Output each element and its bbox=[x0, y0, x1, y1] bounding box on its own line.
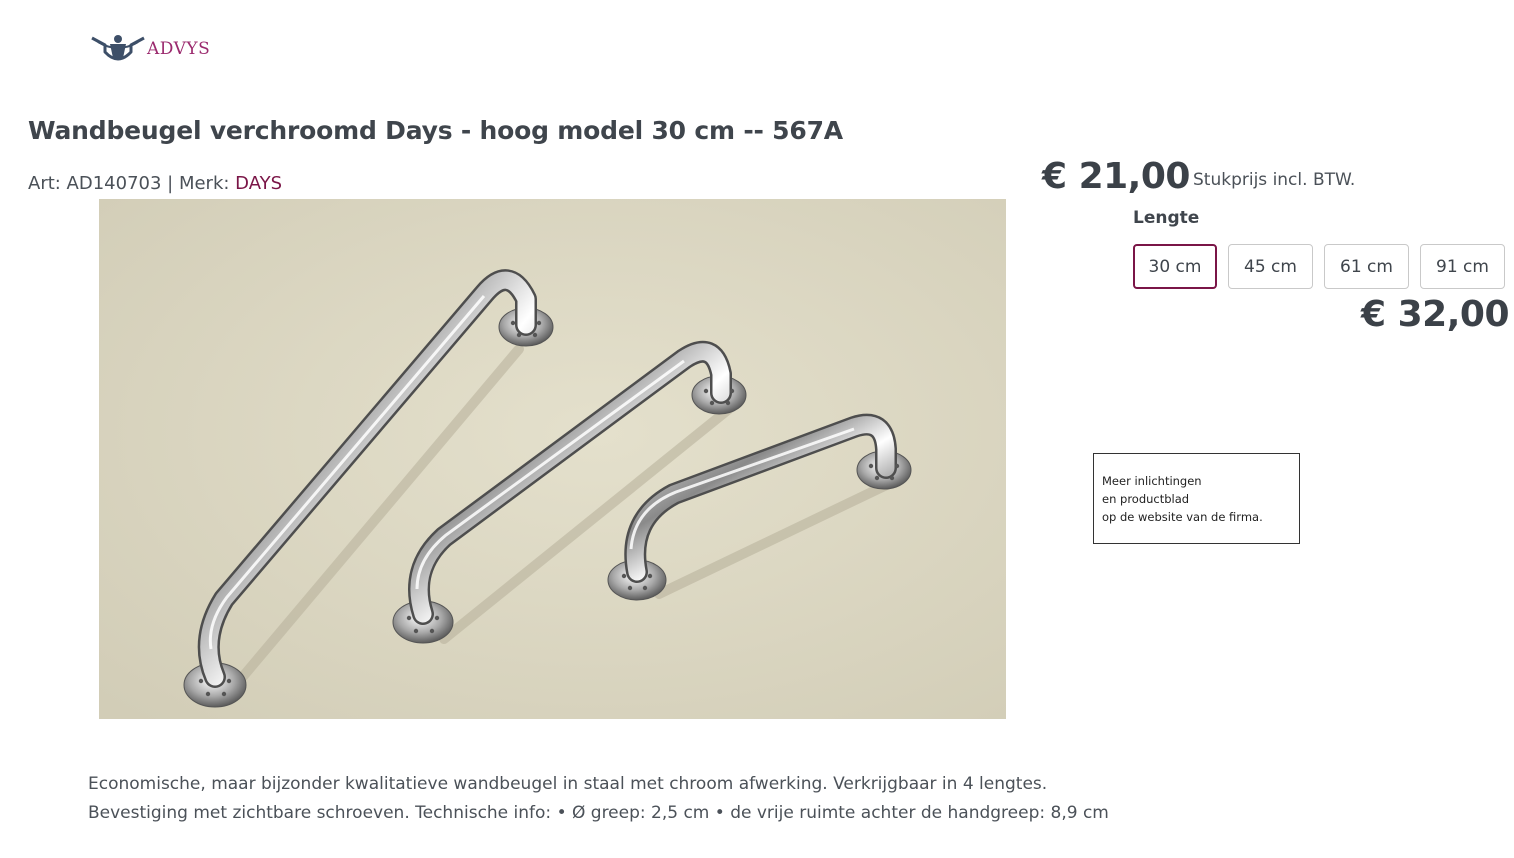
length-option-61cm[interactable]: 61 cm bbox=[1324, 244, 1409, 289]
unit-price: € 21,00 bbox=[1042, 156, 1190, 197]
description-line-2: Bevestiging met zichtbare schroeven. Tec… bbox=[88, 803, 1109, 823]
brand-logo[interactable]: ADVYS bbox=[90, 32, 210, 66]
length-options: 30 cm 45 cm 61 cm 91 cm bbox=[1133, 244, 1505, 289]
info-line-2: en productblad bbox=[1102, 492, 1190, 506]
advys-figure-logo-icon bbox=[91, 35, 145, 61]
article-info: Art: AD140703 | Merk: DAYS bbox=[28, 173, 282, 194]
info-line-3: op de website van de firma. bbox=[1102, 510, 1263, 524]
product-description: Economische, maar bijzonder kwalitatieve… bbox=[88, 770, 1109, 828]
length-option-30cm[interactable]: 30 cm bbox=[1133, 244, 1217, 289]
length-option-45cm[interactable]: 45 cm bbox=[1228, 244, 1313, 289]
more-info-box[interactable]: Meer inlichtingen en productblad op de w… bbox=[1093, 453, 1300, 544]
description-line-1: Economische, maar bijzonder kwalitatieve… bbox=[88, 774, 1048, 794]
price-note: Stukprijs incl. BTW. bbox=[1193, 170, 1356, 190]
info-line-1: Meer inlichtingen bbox=[1102, 474, 1202, 488]
brand-link[interactable]: DAYS bbox=[235, 173, 282, 194]
article-number: Art: AD140703 | Merk: bbox=[28, 173, 236, 194]
product-image[interactable] bbox=[99, 199, 1006, 719]
option-price: € 32,00 bbox=[1361, 294, 1509, 335]
logo-text: ADVYS bbox=[147, 39, 211, 59]
length-option-91cm[interactable]: 91 cm bbox=[1420, 244, 1505, 289]
product-title: Wandbeugel verchroomd Days - hoog model … bbox=[28, 116, 843, 145]
grab-bars-photo bbox=[99, 199, 1006, 719]
option-label-lengte: Lengte bbox=[1133, 208, 1200, 228]
